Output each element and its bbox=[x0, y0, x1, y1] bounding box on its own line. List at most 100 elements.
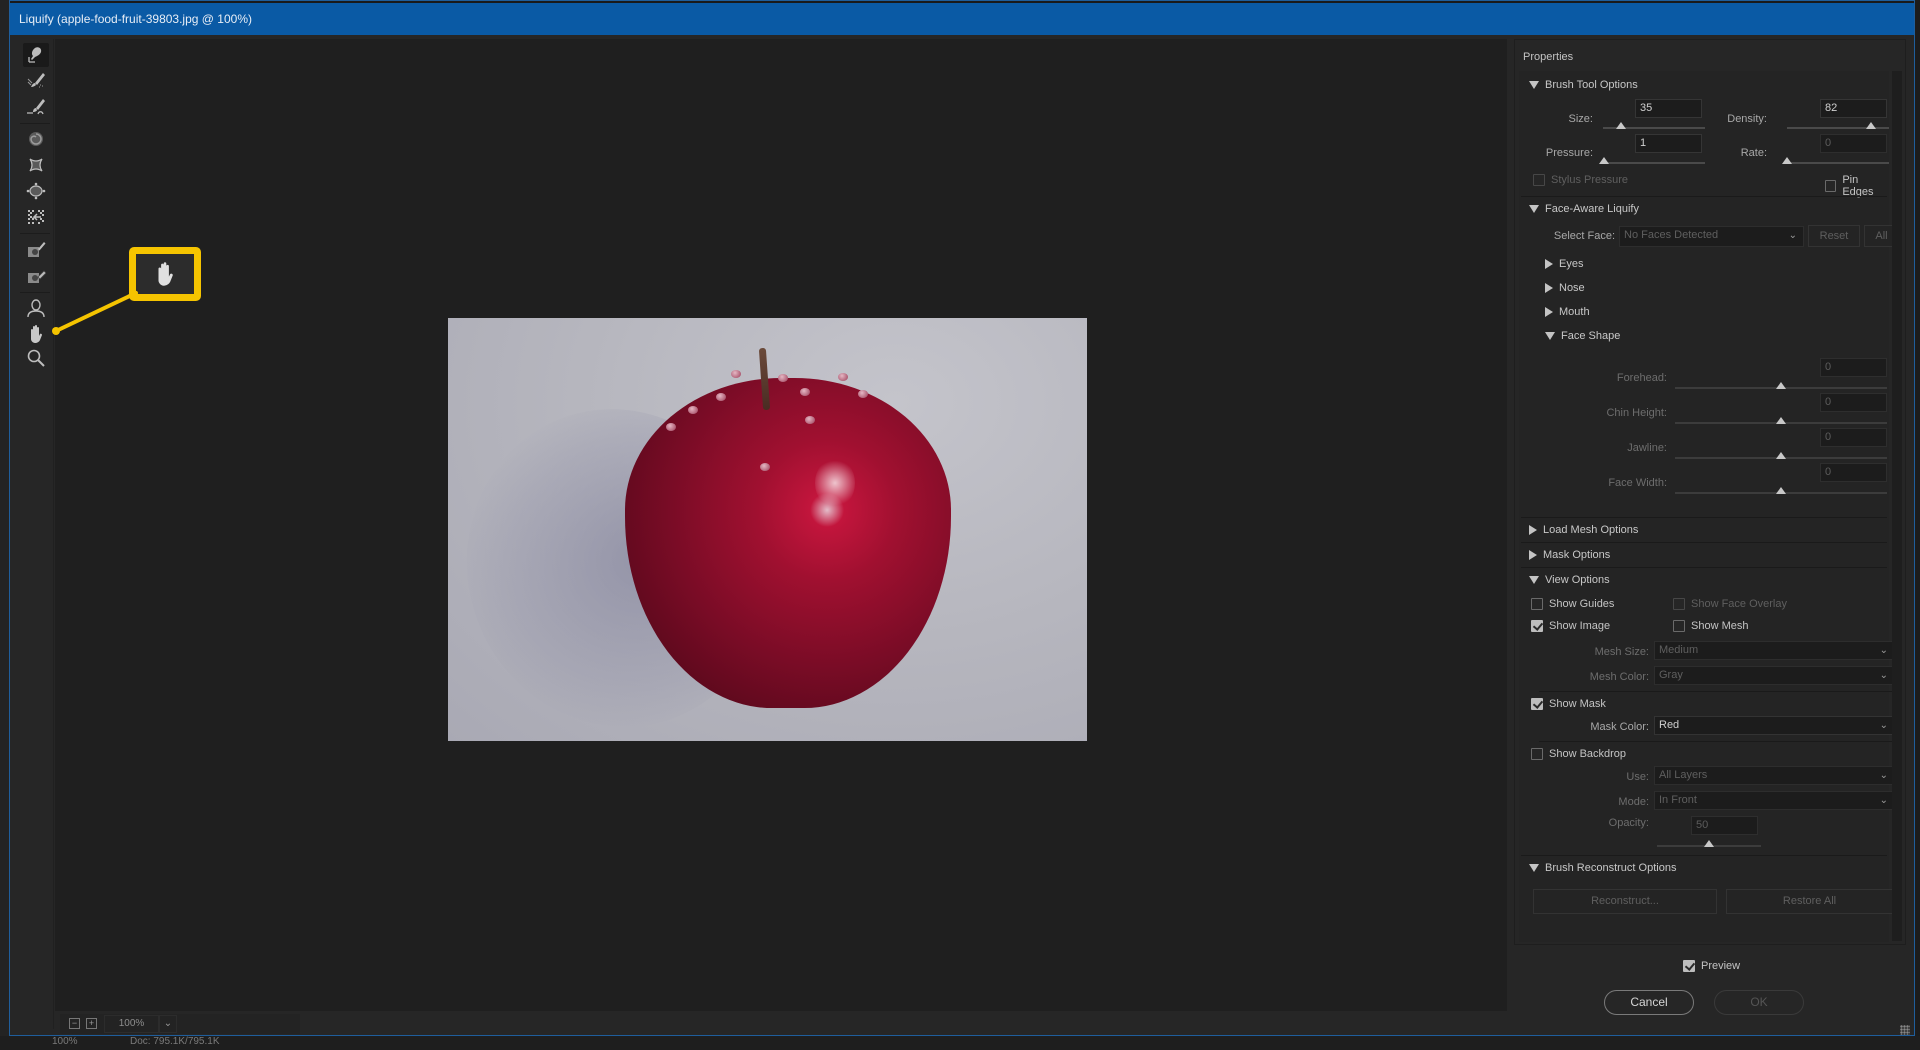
preview-checkbox[interactable]: Preview bbox=[1683, 960, 1740, 972]
slider-thumb[interactable] bbox=[1776, 452, 1786, 459]
checkbox-box[interactable] bbox=[1531, 598, 1543, 610]
ok-button[interactable]: OK bbox=[1714, 990, 1804, 1015]
use-value: All Layers bbox=[1659, 769, 1708, 781]
pucker-tool[interactable] bbox=[23, 153, 49, 177]
face-icon bbox=[27, 299, 45, 318]
pressure-input[interactable]: 1 bbox=[1635, 134, 1702, 153]
reconstruct-button[interactable]: Reconstruct... bbox=[1533, 889, 1717, 914]
bloat-tool[interactable] bbox=[23, 179, 49, 203]
rate-slider[interactable] bbox=[1782, 157, 1889, 164]
rate-input[interactable]: 0 bbox=[1820, 134, 1887, 153]
load-mesh-options-header[interactable]: Load Mesh Options bbox=[1529, 524, 1638, 536]
slider-thumb[interactable] bbox=[1776, 382, 1786, 389]
opacity-input[interactable]: 50 bbox=[1691, 816, 1758, 835]
view-options-header[interactable]: View Options bbox=[1529, 574, 1610, 586]
twirl-icon bbox=[29, 132, 43, 146]
properties-scrollbar[interactable] bbox=[1892, 71, 1902, 941]
slider-thumb[interactable] bbox=[1599, 157, 1610, 164]
smooth-tool[interactable] bbox=[23, 95, 49, 119]
show-mesh-checkbox[interactable]: Show Mesh bbox=[1673, 620, 1748, 632]
zoom-out-button[interactable]: − bbox=[69, 1018, 80, 1029]
zoom-level-field[interactable]: 100% bbox=[104, 1015, 159, 1033]
mode-value: In Front bbox=[1659, 794, 1697, 806]
chevron-down-icon: ⌄ bbox=[1879, 770, 1888, 781]
select-face-dropdown[interactable]: No Faces Detected ⌄ bbox=[1619, 226, 1804, 247]
brush-reconstruct-options-header[interactable]: Brush Reconstruct Options bbox=[1529, 862, 1676, 874]
show-mask-checkbox[interactable]: Show Mask bbox=[1531, 698, 1606, 710]
mouth-subsection[interactable]: Mouth bbox=[1545, 306, 1590, 318]
size-slider[interactable] bbox=[1603, 122, 1705, 129]
face-slider-input[interactable]: 0 bbox=[1820, 428, 1887, 447]
face-slider-input[interactable]: 0 bbox=[1820, 463, 1887, 482]
mesh-size-dropdown[interactable]: Medium ⌄ bbox=[1654, 641, 1895, 660]
size-input[interactable]: 35 bbox=[1635, 99, 1702, 118]
water-drop bbox=[760, 463, 770, 471]
slider-thumb[interactable] bbox=[1704, 840, 1714, 847]
hand-tool[interactable] bbox=[23, 322, 49, 346]
water-drop bbox=[778, 374, 788, 382]
face-tool[interactable] bbox=[23, 296, 49, 320]
stylus-pressure-checkbox[interactable]: Stylus Pressure bbox=[1533, 174, 1628, 186]
mask-color-dropdown[interactable]: Red ⌄ bbox=[1654, 716, 1895, 735]
freeze-mask-tool[interactable] bbox=[23, 238, 49, 262]
checkbox-box[interactable] bbox=[1673, 620, 1685, 632]
slider-thumb[interactable] bbox=[1865, 122, 1876, 129]
face-slider-input[interactable]: 0 bbox=[1820, 393, 1887, 412]
push-left-tool[interactable] bbox=[23, 205, 49, 229]
mask-options-header[interactable]: Mask Options bbox=[1529, 549, 1610, 561]
properties-title: Properties bbox=[1523, 51, 1574, 63]
triangle-right-icon bbox=[1529, 525, 1537, 535]
show-image-checkbox[interactable]: Show Image bbox=[1531, 620, 1610, 632]
checkbox-box[interactable] bbox=[1531, 698, 1543, 710]
zoom-in-button[interactable]: + bbox=[86, 1018, 97, 1029]
canvas-zoom-bar: − + 100% ⌄ bbox=[60, 1014, 300, 1034]
show-guides-checkbox[interactable]: Show Guides bbox=[1531, 598, 1614, 610]
reset-face-button[interactable]: Reset bbox=[1808, 225, 1860, 247]
section-label: Face-Aware Liquify bbox=[1545, 203, 1639, 215]
face-aware-liquify-header[interactable]: Face-Aware Liquify bbox=[1529, 203, 1639, 215]
checkbox-box[interactable] bbox=[1533, 174, 1545, 186]
pressure-slider[interactable] bbox=[1599, 157, 1705, 164]
checkbox-box[interactable] bbox=[1683, 960, 1695, 972]
checkbox-box[interactable] bbox=[1531, 748, 1543, 760]
face-slider[interactable] bbox=[1675, 382, 1887, 389]
brush-tool-options-header[interactable]: Brush Tool Options bbox=[1529, 79, 1638, 91]
density-slider[interactable] bbox=[1787, 122, 1889, 129]
slider-thumb[interactable] bbox=[1776, 487, 1786, 494]
zoom-tool[interactable] bbox=[23, 346, 49, 370]
face-slider-input[interactable]: 0 bbox=[1820, 358, 1887, 377]
face-shape-subsection[interactable]: Face Shape bbox=[1545, 330, 1620, 342]
twirl-clockwise-tool[interactable] bbox=[23, 127, 49, 151]
density-input[interactable]: 82 bbox=[1820, 99, 1887, 118]
use-dropdown[interactable]: All Layers ⌄ bbox=[1654, 766, 1895, 785]
opacity-slider[interactable] bbox=[1657, 840, 1761, 847]
checkbox-box[interactable] bbox=[1531, 620, 1543, 632]
thaw-mask-tool[interactable] bbox=[23, 264, 49, 288]
checkbox-box[interactable] bbox=[1825, 180, 1837, 192]
title-bar[interactable]: Liquify (apple-food-fruit-39803.jpg @ 10… bbox=[10, 1, 1914, 35]
checkbox-box[interactable] bbox=[1673, 598, 1685, 610]
forward-warp-tool[interactable] bbox=[23, 43, 49, 67]
nose-subsection[interactable]: Nose bbox=[1545, 282, 1585, 294]
slider-thumb[interactable] bbox=[1782, 157, 1792, 164]
preview-canvas[interactable] bbox=[55, 39, 1507, 1011]
show-backdrop-checkbox[interactable]: Show Backdrop bbox=[1531, 748, 1626, 760]
face-slider[interactable] bbox=[1675, 487, 1887, 494]
face-slider[interactable] bbox=[1675, 417, 1887, 424]
slider-thumb[interactable] bbox=[1776, 417, 1786, 424]
resize-grip[interactable] bbox=[1900, 1025, 1910, 1035]
show-face-overlay-checkbox[interactable]: Show Face Overlay bbox=[1673, 598, 1787, 610]
triangle-right-icon bbox=[1545, 283, 1553, 293]
mesh-color-dropdown[interactable]: Gray ⌄ bbox=[1654, 666, 1895, 685]
reconstruct-tool[interactable] bbox=[23, 69, 49, 93]
zoom-dropdown-button[interactable]: ⌄ bbox=[159, 1015, 177, 1033]
cancel-button[interactable]: Cancel bbox=[1604, 990, 1694, 1015]
mode-dropdown[interactable]: In Front ⌄ bbox=[1654, 791, 1895, 810]
eyes-subsection[interactable]: Eyes bbox=[1545, 258, 1583, 270]
checkbox-label: Stylus Pressure bbox=[1551, 174, 1629, 186]
pin-edges-checkbox[interactable]: Pin Edges bbox=[1825, 174, 1889, 198]
slider-thumb[interactable] bbox=[1616, 122, 1627, 129]
checkbox-label: Pin Edges bbox=[1842, 174, 1874, 198]
face-slider[interactable] bbox=[1675, 452, 1887, 459]
restore-all-button[interactable]: Restore All bbox=[1726, 889, 1893, 914]
